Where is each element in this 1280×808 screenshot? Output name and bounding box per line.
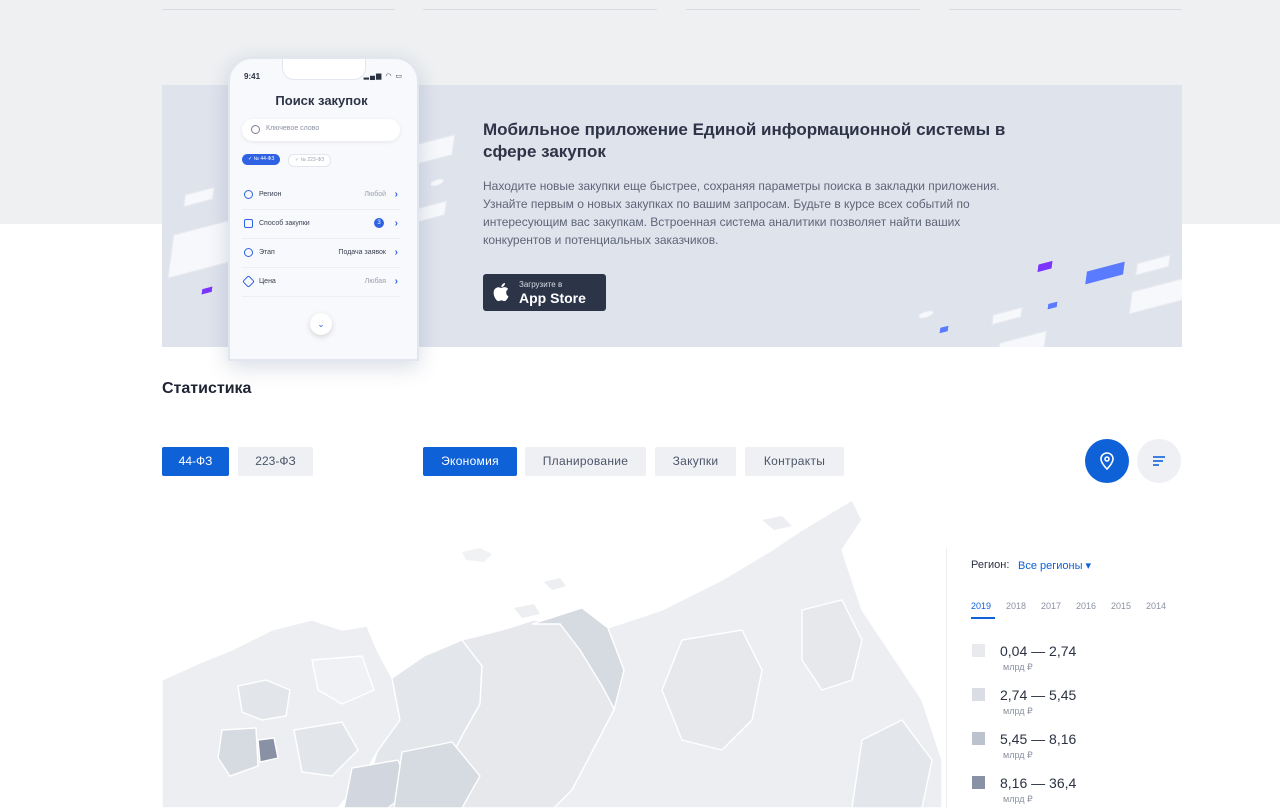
decor-card	[1085, 261, 1125, 285]
regions-map[interactable]	[162, 490, 942, 808]
chevron-right-icon: ›	[394, 276, 398, 287]
top-card[interactable]	[949, 0, 1182, 10]
legend-swatch	[972, 644, 985, 657]
tab-contracts[interactable]: Контракты	[745, 447, 844, 476]
legend-range: 5,45 — 8,16	[1000, 731, 1077, 747]
top-cards-row	[162, 0, 1182, 10]
phone-filter-value: Любой	[364, 191, 386, 198]
phone-search-placeholder: Ключевое слово	[266, 125, 320, 132]
legend-unit: млрд ₽	[1003, 794, 1033, 804]
phone-filter-label: Этап	[259, 249, 275, 256]
chevron-right-icon: ›	[394, 189, 398, 200]
price-tag-icon	[242, 275, 255, 288]
decor-dot	[1047, 301, 1058, 310]
phone-filter-value: Любая	[364, 278, 386, 285]
chevron-right-icon: ›	[394, 247, 398, 258]
active-year-indicator	[971, 617, 995, 619]
location-pin-icon	[244, 190, 253, 199]
year-tab-2019[interactable]: 2019	[971, 601, 991, 611]
clock-icon	[244, 248, 253, 257]
decor-dot	[917, 308, 935, 321]
legend-swatch	[972, 688, 985, 701]
year-tab-2016[interactable]: 2016	[1076, 601, 1096, 611]
tab-economy[interactable]: Экономия	[423, 447, 517, 476]
app-store-button[interactable]: Загрузите в App Store	[483, 274, 606, 311]
legend-swatch	[972, 732, 985, 745]
phone-filter-row: Способ закупки 3 ›	[242, 210, 400, 239]
phone-notch	[282, 59, 366, 80]
year-tab-2017[interactable]: 2017	[1041, 601, 1061, 611]
region-label: Регион:	[971, 559, 1010, 571]
legend-unit: млрд ₽	[1003, 750, 1033, 760]
legend-range: 8,16 — 36,4	[1000, 775, 1077, 791]
top-card[interactable]	[423, 0, 657, 10]
phone-filter-row: Цена Любая ›	[242, 268, 400, 297]
legend-unit: млрд ₽	[1003, 662, 1033, 672]
location-pin-icon	[1100, 452, 1114, 471]
phone-filter-label: Способ закупки	[259, 220, 310, 227]
phone-filter-row: Регион Любой ›	[242, 181, 400, 210]
phone-filter-count: 3	[374, 218, 384, 228]
decor-card	[997, 330, 1047, 347]
phone-chip-44fz: ✓ № 44-ФЗ	[242, 154, 281, 165]
list-view-button[interactable]	[1137, 439, 1181, 483]
phone-screen-title: Поиск закупок	[275, 93, 368, 108]
app-store-caption: Загрузите в	[519, 280, 563, 289]
phone-clock: 9:41	[244, 72, 261, 81]
decor-dot	[939, 325, 949, 334]
search-icon	[251, 125, 260, 134]
chevron-right-icon: ›	[394, 218, 398, 229]
chevron-down-icon: ⌄	[310, 313, 332, 335]
year-tab-2015[interactable]: 2015	[1111, 601, 1131, 611]
banner-description: Находите новые закупки еще быстрее, сохр…	[483, 179, 1000, 247]
decor-dot	[201, 286, 213, 295]
year-tab-2018[interactable]: 2018	[1006, 601, 1026, 611]
phone-status-icons: ▂▄▆ ◠ ▭	[363, 73, 403, 80]
apple-icon	[493, 283, 509, 302]
region-dropdown[interactable]: Все регионы ▾	[1018, 559, 1091, 572]
phone-mockup: 9:41 ▂▄▆ ◠ ▭ Поиск закупок Ключевое слов…	[228, 57, 419, 361]
banner-title: Мобильное приложение Единой информационн…	[483, 120, 1006, 161]
legend-range: 0,04 — 2,74	[1000, 643, 1077, 659]
phone-chip-223fz: ✓ № 223-ФЗ	[288, 154, 332, 167]
law-223fz-button[interactable]: 223-ФЗ	[238, 447, 313, 476]
top-card[interactable]	[162, 0, 395, 10]
decor-dot	[429, 177, 445, 188]
decor-card	[991, 306, 1023, 326]
legend-unit: млрд ₽	[1003, 706, 1033, 716]
map-legend: Регион: Все регионы ▾ 2019 2018 2017 201…	[946, 548, 1183, 808]
legend-swatch	[972, 776, 985, 789]
decor-card	[183, 186, 215, 208]
law-44fz-button[interactable]: 44-ФЗ	[162, 447, 229, 476]
legend-range: 2,74 — 5,45	[1000, 687, 1077, 703]
decor-card	[1128, 277, 1182, 315]
phone-filter-label: Цена	[259, 278, 276, 285]
phone-search-field: Ключевое слово	[242, 119, 400, 141]
top-card[interactable]	[686, 0, 920, 10]
tab-purchases[interactable]: Закупки	[655, 447, 736, 476]
decor-dot	[1037, 261, 1053, 272]
phone-filter-value: Подача заявок	[338, 249, 386, 256]
decor-card	[1135, 254, 1171, 276]
year-tab-2014[interactable]: 2014	[1146, 601, 1166, 611]
phone-filter-label: Регион	[259, 191, 282, 198]
statistics-heading: Статистика	[162, 380, 252, 397]
app-store-label: App Store	[519, 290, 586, 306]
map-view-button[interactable]	[1085, 439, 1129, 483]
tab-planning[interactable]: Планирование	[525, 447, 646, 476]
phone-filter-row: Этап Подача заявок ›	[242, 239, 400, 268]
list-icon	[1153, 456, 1165, 466]
basket-icon	[244, 219, 253, 228]
